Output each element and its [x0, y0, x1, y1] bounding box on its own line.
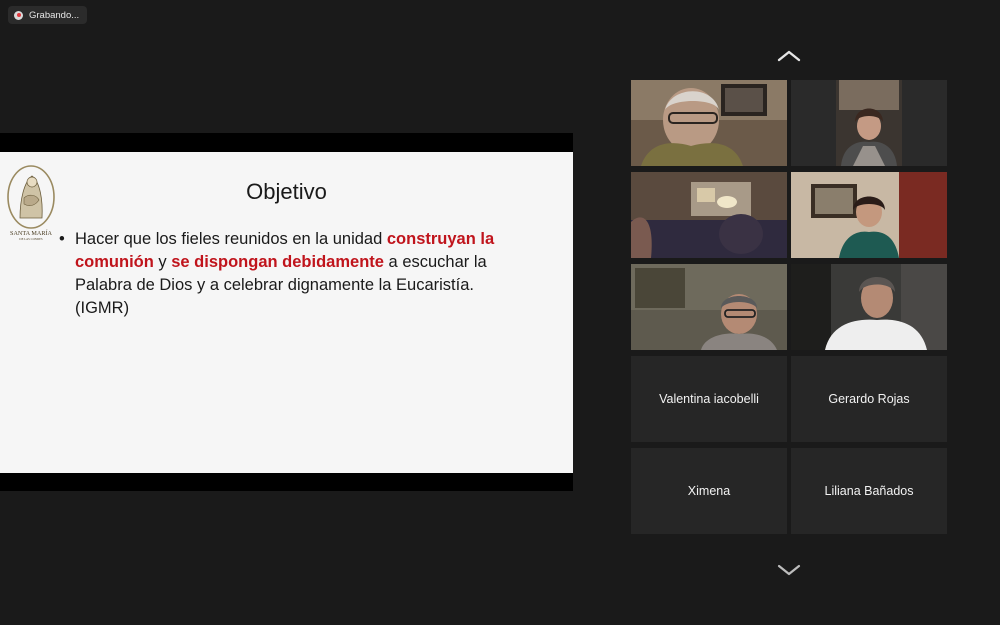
participant-video-tile[interactable]: [631, 172, 787, 258]
participant-video-tile[interactable]: [631, 264, 787, 350]
gallery-scroll-down-button[interactable]: [777, 563, 801, 577]
video-feed: [791, 172, 947, 258]
participant-name: Ximena: [687, 484, 731, 498]
text-segment: Hacer que los fieles reunidos en la unid…: [75, 230, 387, 248]
recording-indicator[interactable]: Grabando...: [8, 6, 88, 24]
participant-tile[interactable]: Gerardo Rojas: [791, 356, 947, 442]
recording-label: Grabando...: [29, 9, 80, 21]
chevron-up-icon: [777, 50, 801, 62]
participant-name: Valentina iacobelli: [659, 392, 759, 406]
participant-name: Gerardo Rojas: [828, 392, 910, 406]
video-feed: [631, 172, 787, 258]
record-icon: [14, 10, 23, 20]
slide-bullet: • Hacer que los fieles reunidos en la un…: [59, 228, 529, 320]
chevron-down-icon: [777, 564, 801, 576]
participant-video-tile[interactable]: [791, 264, 947, 350]
participant-tile[interactable]: Valentina iacobelli: [631, 356, 787, 442]
participant-tile[interactable]: Ximena: [631, 448, 787, 534]
bullet-text: Hacer que los fieles reunidos en la unid…: [75, 228, 529, 320]
participant-video-tile[interactable]: [791, 172, 947, 258]
highlight-text: se dispongan debidamente: [171, 253, 384, 271]
video-feed: [791, 80, 947, 166]
text-segment: y: [153, 253, 172, 271]
video-feed: [631, 264, 787, 350]
gallery-scroll-up-button[interactable]: [777, 49, 801, 63]
participant-video-tile[interactable]: [631, 80, 787, 166]
participant-tile[interactable]: Liliana Bañados: [791, 448, 947, 534]
slide-title: Objetivo: [246, 179, 327, 204]
participant-video-tile[interactable]: [791, 80, 947, 166]
presentation-slide: SANTA MARÍA DE LAS CONDES Objetivo • Hac…: [0, 152, 573, 473]
video-feed: [791, 264, 947, 350]
video-feed: [631, 80, 787, 166]
logo-subtext: DE LAS CONDES: [19, 237, 42, 241]
participant-name: Liliana Bañados: [824, 484, 914, 498]
logo-text: SANTA MARÍA: [10, 229, 52, 237]
bullet-glyph: •: [59, 230, 65, 248]
